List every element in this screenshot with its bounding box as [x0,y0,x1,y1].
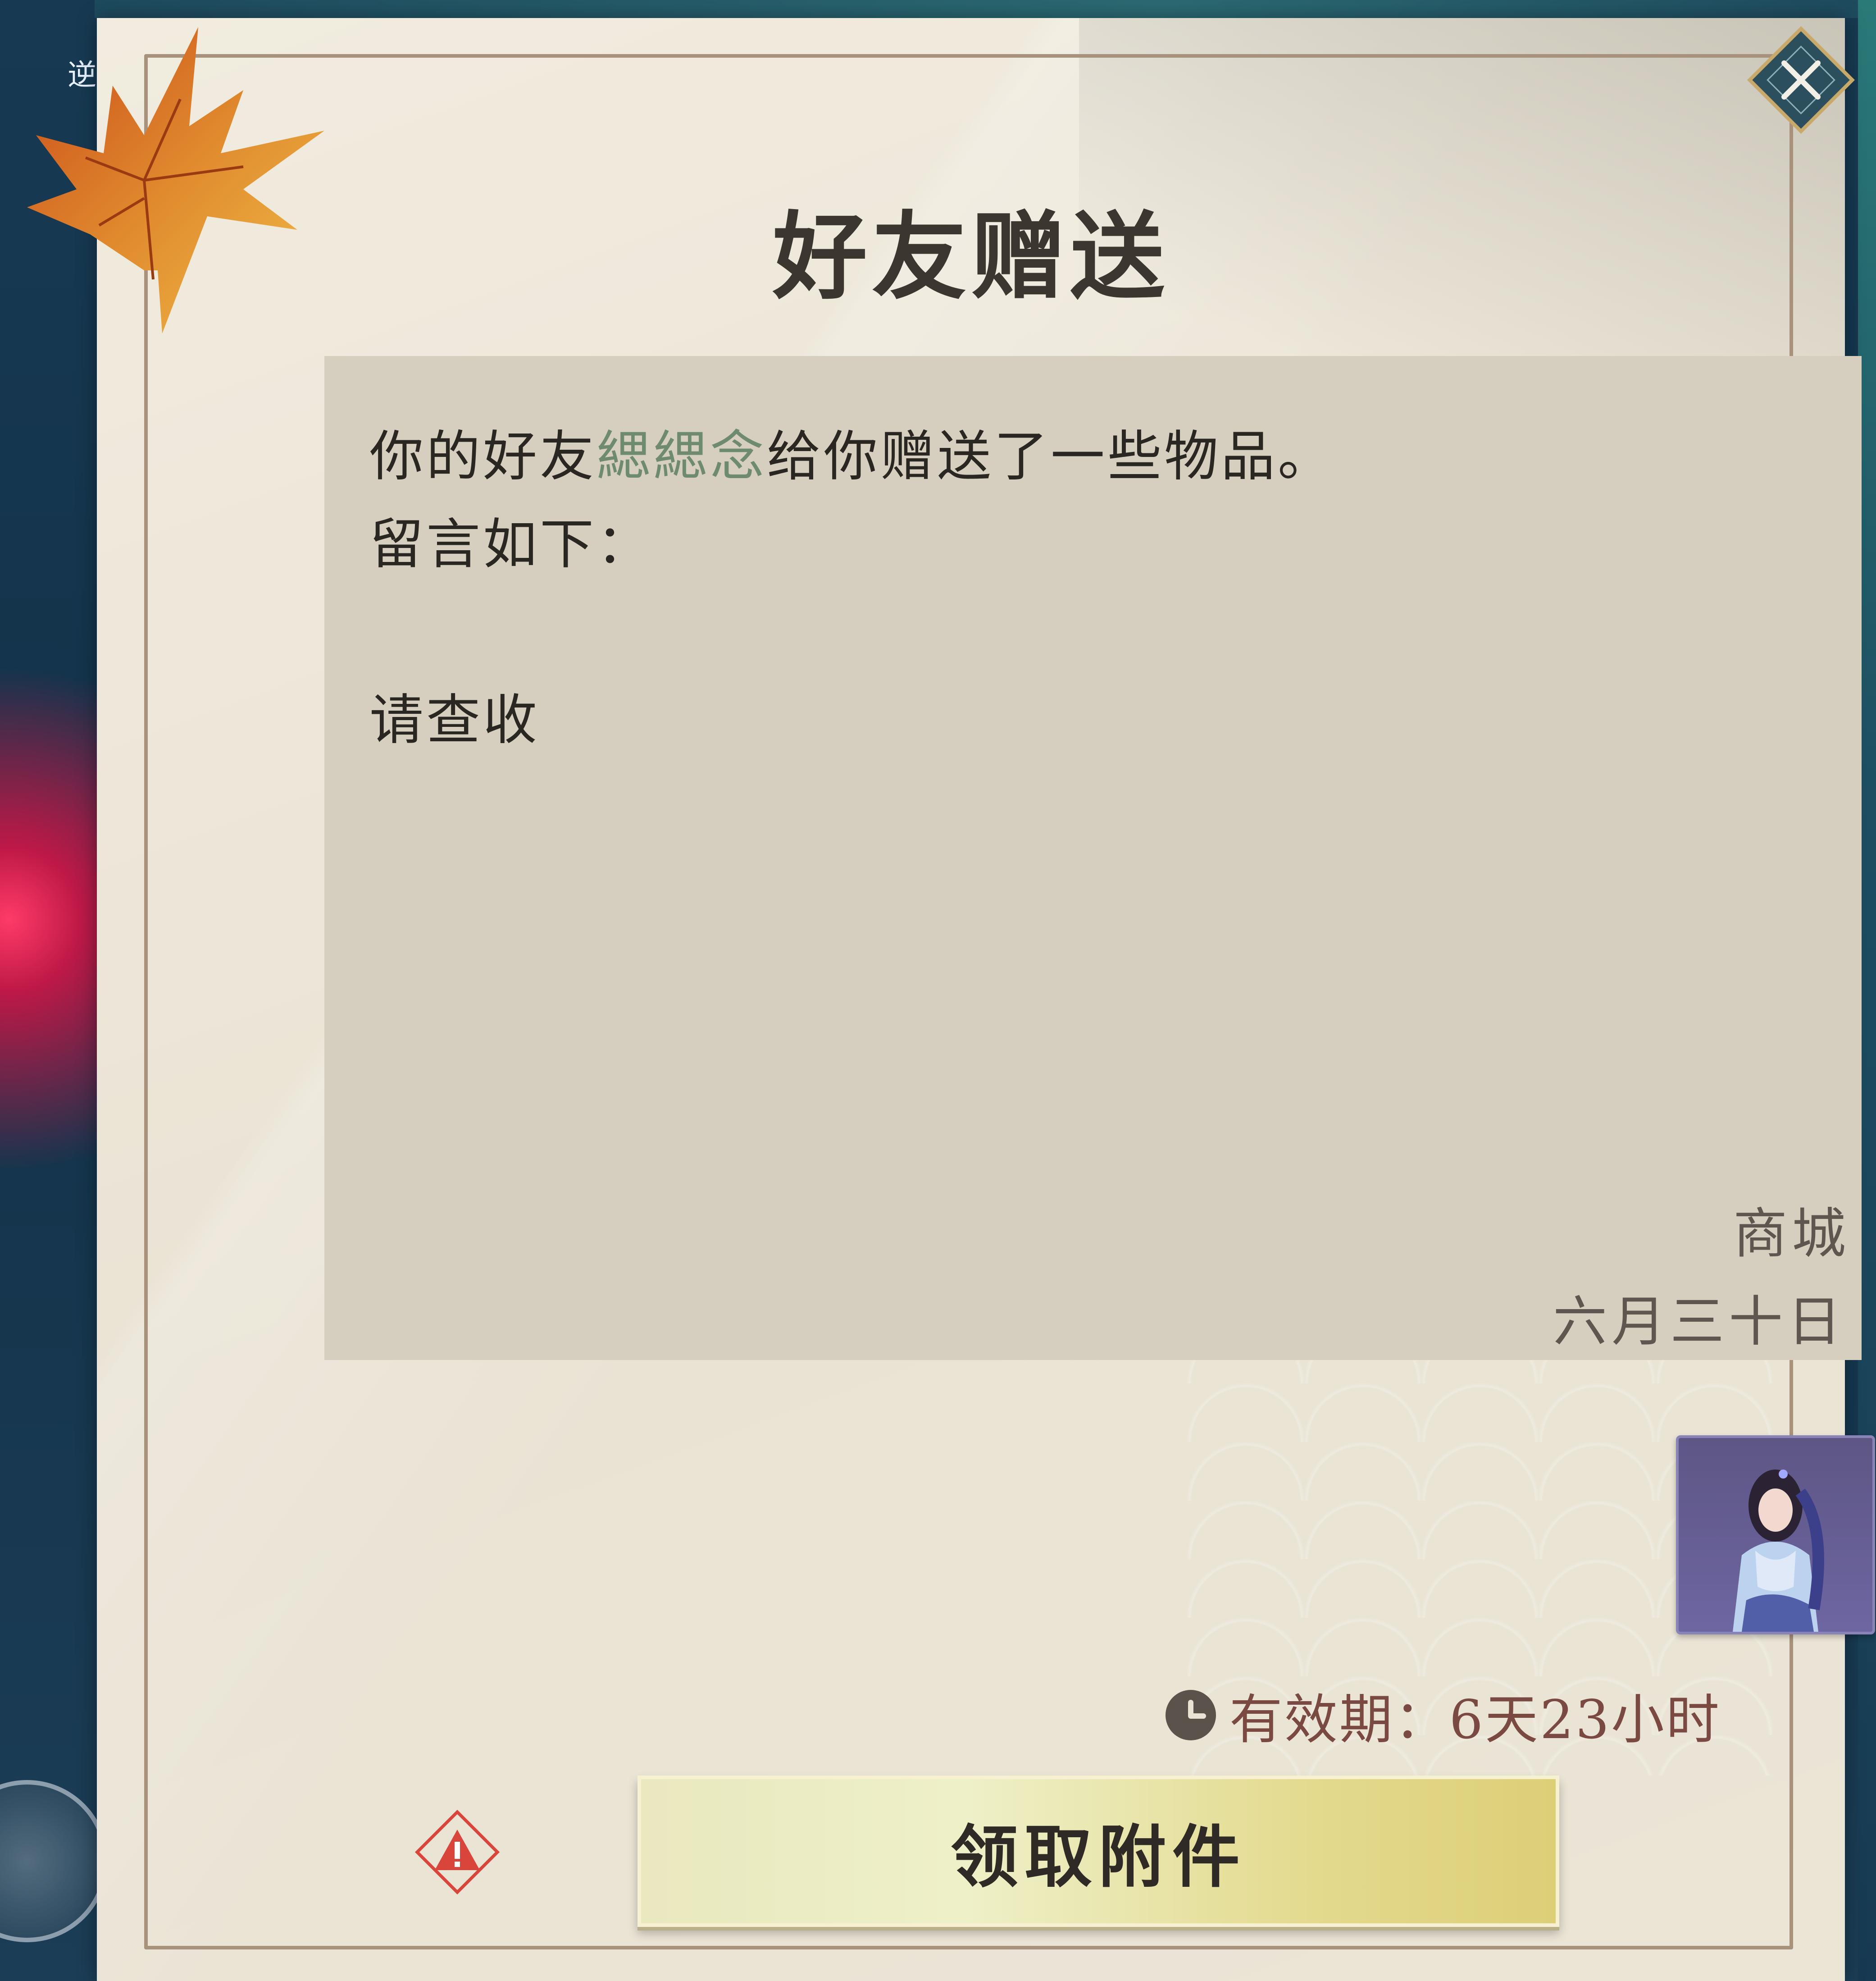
close-x-icon [1747,26,1855,134]
letter-body: 你的好友緦緦念给你赠送了一些物品。 留言如下： 请查收 商城 六月三十日 [324,356,1862,1360]
message-text: 请查收 [369,689,540,752]
message-header: 留言如下： [369,513,653,576]
sender-name: 商城 [1733,1203,1850,1265]
report-button[interactable] [414,1809,500,1895]
scene-orb-icon [0,1780,108,1942]
maple-leaf-decoration-icon [27,27,324,333]
warning-report-icon [414,1809,500,1895]
intro-suffix: 给你赠送了一些物品。 [767,425,1334,488]
intro-prefix: 你的好友 [369,425,596,488]
dialog-title: 好友赠送 [772,201,1169,312]
clock-icon [1165,1689,1216,1740]
game-top-bar [95,0,1876,18]
mail-dialog: 好友赠送 你的好友緦緦念给你赠送了一些物品。 留言如下： 请查收 商城 六月三十… [97,18,1875,1981]
validity-text: 有效期：6天23小时 [1229,1689,1721,1751]
validity-row: 有效期：6天23小时 [1165,1676,1721,1753]
friend-name[interactable]: 緦緦念 [596,425,767,488]
claim-button-label: 领取附件 [950,1817,1246,1897]
close-button[interactable] [1746,25,1856,135]
costume-portrait-icon [1733,1470,1824,1632]
claim-attachment-button[interactable]: 领取附件 [637,1776,1559,1927]
attachment-item-slot[interactable] [1676,1435,1875,1634]
letter-intro-line: 你的好友緦緦念给你赠送了一些物品。 [369,412,1334,491]
letter-date: 六月三十日 [1553,1291,1846,1353]
